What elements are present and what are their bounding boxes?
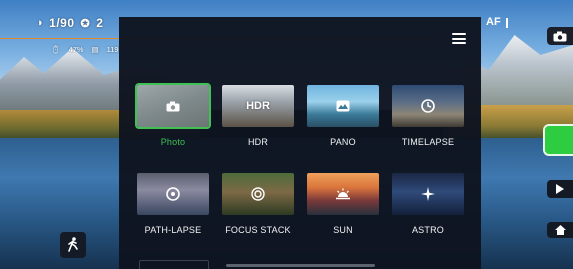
camera-switch-button[interactable] (547, 27, 573, 45)
mode-thumbnail (222, 173, 294, 215)
playback-button[interactable] (547, 180, 573, 198)
mode-thumbnail (135, 83, 211, 129)
menu-icon[interactable] (452, 33, 466, 44)
mode-pano[interactable]: PANO (307, 85, 379, 147)
pano-icon (336, 100, 350, 112)
storage-icon: ▤ (91, 45, 99, 54)
star-icon (421, 187, 435, 201)
sun-icon (336, 188, 350, 200)
mode-hdr[interactable]: HDR HDR (222, 85, 294, 147)
mode-label: SUN (333, 225, 353, 235)
home-icon (554, 225, 566, 235)
focus-stack-icon (251, 187, 265, 201)
shot-count: 1/90 (49, 16, 75, 30)
mode-thumbnail (307, 85, 379, 127)
mode-astro[interactable]: ASTRO (392, 173, 464, 235)
status-second-value: 2 (96, 16, 104, 30)
mode-thumbnail (137, 173, 209, 215)
status-bar: ◑ 1/90 ✪ 2 (36, 16, 103, 30)
scroll-indicator[interactable] (226, 264, 375, 267)
mode-label: PATH-LAPSE (144, 225, 202, 235)
mode-label: FOCUS STACK (225, 225, 291, 235)
exposure-icon: ◑ (36, 17, 44, 29)
mode-focus-stack[interactable]: FOCUS STACK (222, 173, 294, 235)
mode-sun[interactable]: SUN (307, 173, 379, 235)
settings-icon: ✪ (80, 17, 91, 30)
mode-label: PANO (330, 137, 356, 147)
camera-icon (553, 31, 567, 41)
mode-photo[interactable]: Photo (135, 83, 211, 147)
hdr-badge: HDR (246, 100, 270, 112)
mode-thumbnail (392, 173, 464, 215)
camera-icon (166, 101, 180, 111)
mode-selection-panel: Photo HDR HDR PANO TIMELAPSE PATH-LAPSE … (119, 17, 481, 269)
status-bar-secondary: 🔋︎ 47% ▤ 1190 (51, 45, 123, 54)
mode-timelapse[interactable]: TIMELAPSE (392, 85, 464, 147)
mode-label: ASTRO (411, 225, 444, 235)
mode-thumbnail: HDR (222, 85, 294, 127)
mode-thumbnail (307, 173, 379, 215)
mode-label: TIMELAPSE (401, 137, 455, 147)
home-button[interactable] (547, 222, 573, 238)
mode-thumbnail (392, 85, 464, 127)
play-icon (556, 184, 564, 194)
battery-percent: 47% (68, 45, 84, 54)
mode-path-lapse[interactable]: PATH-LAPSE (137, 173, 209, 235)
timelapse-icon (421, 99, 435, 113)
next-row-peek (139, 260, 209, 269)
af-bracket-icon (504, 18, 508, 28)
battery-icon: 🔋︎ (51, 45, 61, 54)
path-lapse-icon (166, 187, 180, 201)
gesture-button[interactable] (60, 232, 86, 258)
mode-label: Photo (160, 137, 186, 147)
af-indicator[interactable]: AF (486, 16, 501, 28)
shutter-button[interactable] (543, 124, 573, 156)
mode-label: HDR (247, 137, 269, 147)
walking-person-icon (68, 237, 78, 252)
